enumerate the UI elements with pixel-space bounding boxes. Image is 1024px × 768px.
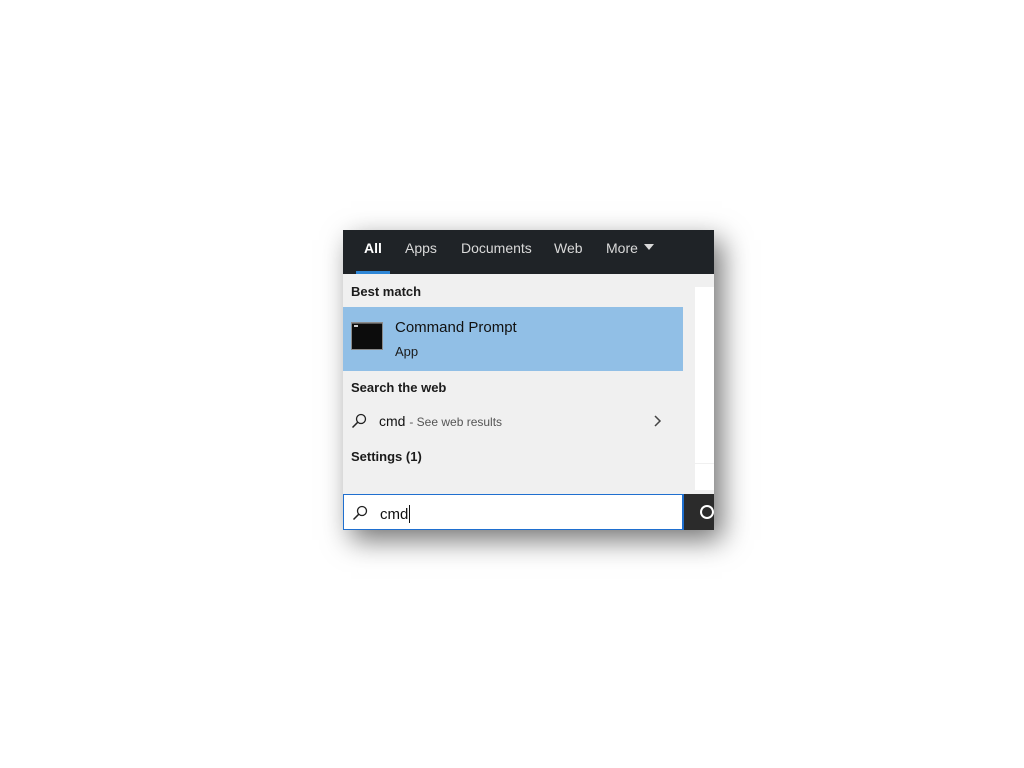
cortana-button[interactable]	[684, 494, 714, 530]
search-results: Best match Command Prompt App Search the…	[343, 274, 683, 494]
best-match-title: Command Prompt	[395, 319, 517, 336]
web-search-result[interactable]: cmd - See web results	[343, 405, 683, 437]
preview-card-footer	[695, 464, 714, 490]
preview-pane	[683, 274, 714, 494]
settings-header[interactable]: Settings (1)	[351, 449, 422, 464]
tab-web[interactable]: Web	[554, 230, 583, 274]
search-icon	[352, 505, 368, 521]
tab-documents[interactable]: Documents	[461, 230, 532, 274]
tab-apps[interactable]: Apps	[405, 230, 437, 274]
command-prompt-icon	[351, 322, 383, 350]
search-web-header: Search the web	[351, 380, 447, 395]
caret-down-icon	[643, 244, 654, 251]
web-query-text: cmd	[379, 413, 406, 429]
search-filter-tabs: All Apps Documents Web More	[343, 230, 714, 274]
search-input[interactable]: cmd	[343, 494, 684, 530]
cortana-icon	[700, 505, 714, 519]
best-match-command-prompt[interactable]: Command Prompt App	[343, 307, 683, 371]
text-cursor	[409, 505, 411, 523]
best-match-subtitle: App	[395, 344, 419, 359]
search-icon	[351, 413, 367, 429]
start-search-panel: All Apps Documents Web More Best match C…	[343, 230, 714, 530]
tab-more[interactable]: More	[606, 230, 654, 274]
search-input-value: cmd	[380, 506, 409, 523]
chevron-right-icon	[654, 415, 662, 427]
preview-card	[695, 287, 714, 463]
web-results-hint: - See web results	[409, 415, 503, 429]
best-match-header: Best match	[351, 284, 422, 299]
tab-all[interactable]: All	[356, 230, 390, 274]
